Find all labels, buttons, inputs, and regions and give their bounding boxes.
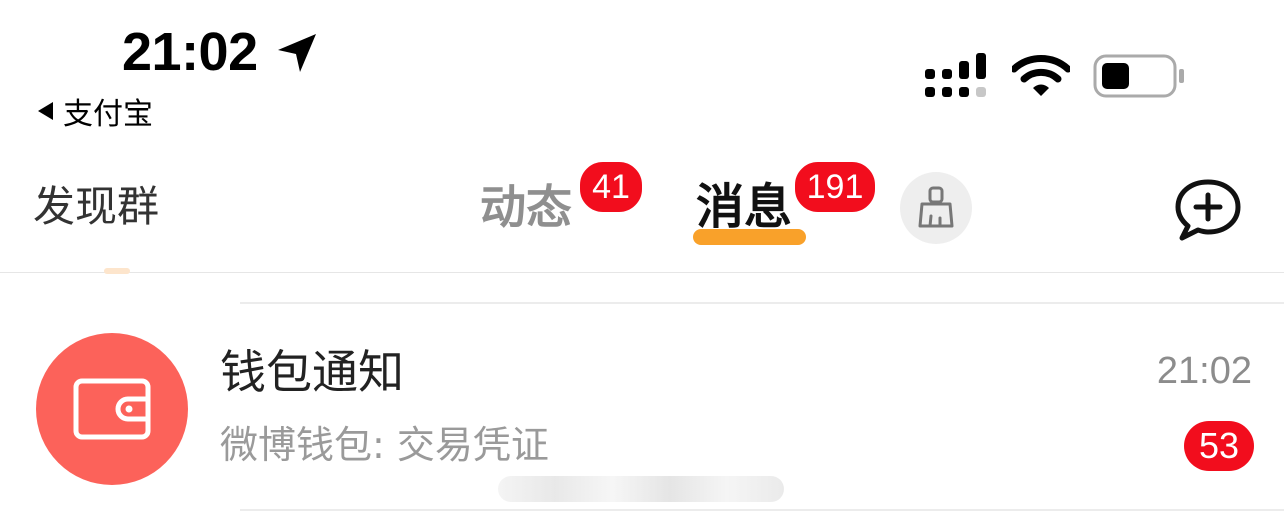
nav-divider — [0, 272, 1284, 273]
conversation-preview: 微博钱包: 交易凭证 — [220, 423, 549, 467]
broom-icon — [918, 186, 954, 228]
wifi-icon — [1012, 55, 1070, 96]
discover-groups-link[interactable]: 发现群 — [33, 181, 159, 233]
conversation-row-wallet[interactable]: 钱包通知 微博钱包: 交易凭证 21:02 53 — [0, 304, 1284, 509]
status-time: 21:02 — [122, 22, 258, 82]
back-caret-icon — [38, 102, 53, 120]
compose-message-icon[interactable] — [1170, 176, 1246, 242]
conversation-time: 21:02 — [1156, 350, 1252, 392]
wallet-icon — [73, 378, 151, 440]
location-arrow-icon — [278, 34, 316, 72]
back-to-app-button[interactable]: 支付宝 — [38, 93, 153, 132]
tab-dynamic[interactable]: 动态 — [480, 179, 572, 235]
clean-unread-button[interactable] — [900, 172, 972, 244]
redacted-watermark — [498, 476, 784, 502]
active-tab-indicator — [693, 229, 806, 245]
battery-icon — [1093, 54, 1184, 98]
tab-dynamic-badge: 41 — [578, 160, 644, 214]
back-app-label: 支付宝 — [63, 97, 153, 132]
tab-messages[interactable]: 消息 — [696, 179, 792, 235]
conversation-title: 钱包通知 — [220, 345, 404, 399]
unread-count-badge: 53 — [1184, 421, 1254, 471]
avatar — [36, 333, 188, 485]
previous-row-edge — [104, 268, 130, 274]
signal-icon — [925, 53, 986, 97]
row-divider — [240, 509, 1284, 511]
tab-messages-badge: 191 — [793, 160, 877, 214]
